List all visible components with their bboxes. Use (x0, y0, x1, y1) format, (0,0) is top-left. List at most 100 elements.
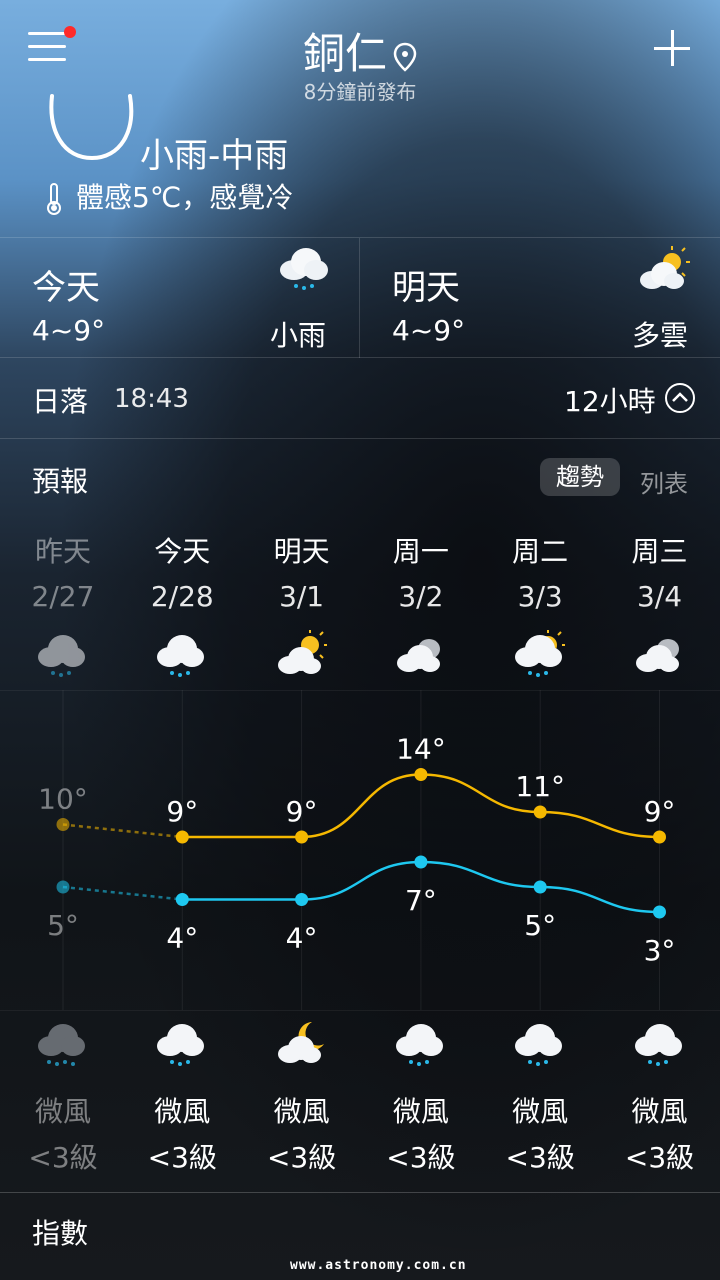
day-date: 2/27 (31, 580, 95, 613)
wind-label: 微風 (154, 1095, 211, 1128)
forecast-night-column: 微風 <3級 (243, 1018, 361, 1176)
forecast-day-column[interactable]: 周一 3/2 (362, 530, 480, 685)
day-date: 3/3 (517, 580, 563, 613)
feels-like: 體感5℃，感覺冷 (76, 181, 294, 214)
day-date: 2/28 (150, 580, 214, 613)
data-point (295, 893, 309, 906)
data-point (175, 893, 189, 906)
rain-cloud-icon (634, 1024, 682, 1066)
today-range: 4~9° (32, 314, 106, 347)
today-summary[interactable]: 今天 4~9° 小雨 (0, 238, 359, 358)
data-point (295, 830, 309, 844)
data-label: 5° (524, 909, 556, 942)
daylight-hours: 12小時 (564, 385, 656, 418)
sunset-label: 日落 (32, 385, 89, 418)
data-point (533, 805, 547, 819)
rain-cloud-icon (157, 635, 205, 677)
data-point (414, 768, 428, 781)
current-weather-icon (49, 94, 134, 161)
wind-label: 微風 (631, 1095, 688, 1128)
day-date: 3/4 (636, 580, 683, 613)
divider (0, 1192, 720, 1193)
partly-cloudy-icon (277, 630, 327, 674)
divider (0, 438, 720, 439)
wind-level: <3級 (28, 1141, 98, 1174)
tomorrow-label: 明天 (392, 268, 460, 308)
add-city-button[interactable] (654, 30, 690, 66)
tomorrow-condition: 多雲 (632, 319, 689, 352)
cloudy-icon (635, 639, 679, 672)
rain-cloud-icon (515, 1024, 563, 1066)
wind-level: <3級 (386, 1141, 456, 1174)
tomorrow-summary[interactable]: 明天 4~9° 多雲 (360, 238, 720, 358)
heavy-rain-cloud-icon (38, 1024, 85, 1066)
location-pin-icon (393, 42, 417, 72)
data-label: 9° (286, 795, 318, 828)
data-label: 9° (166, 795, 198, 828)
forecast-night-column: 微風 <3級 (4, 1018, 122, 1176)
divider (0, 1010, 720, 1011)
data-label: 11° (515, 770, 565, 803)
tab-trend[interactable]: 趨勢 (540, 458, 620, 496)
day-name: 今天 (154, 535, 211, 568)
data-point (653, 830, 666, 844)
watermark: www.astronomy.com.cn (290, 1258, 467, 1273)
data-label: 9° (644, 795, 676, 828)
forecast-night-column: 微風 <3級 (362, 1018, 480, 1176)
day-name: 昨天 (34, 535, 91, 568)
rain-cloud-icon (395, 1024, 443, 1066)
forecast-night-column: 微風 <3級 (481, 1018, 599, 1176)
forecast-night-column: 微風 <3級 (601, 1018, 719, 1176)
city-header[interactable]: 銅仁 (0, 20, 720, 81)
forecast-title: 預報 (32, 465, 89, 498)
rain-cloud-icon (280, 248, 328, 290)
rain-cloud-icon (157, 1024, 205, 1066)
rain-cloud-icon (38, 635, 85, 677)
data-point (56, 880, 70, 894)
data-label: 4° (286, 922, 318, 955)
day-name: 周三 (631, 535, 688, 568)
index-title[interactable]: 指數 (32, 1212, 88, 1252)
forecast-day-column[interactable]: 明天 3/1 (243, 530, 361, 685)
city-name: 銅仁 (302, 29, 387, 78)
wind-level: <3級 (147, 1141, 217, 1174)
partly-cloudy-icon (640, 246, 690, 289)
chevron-up-icon[interactable] (664, 382, 696, 414)
data-point (175, 830, 189, 844)
data-point (653, 905, 666, 919)
series-line-past (62, 885, 183, 901)
wind-label: 微風 (34, 1095, 91, 1128)
day-name: 周一 (392, 535, 449, 568)
forecast-day-column[interactable]: 周三 3/4 (601, 530, 719, 685)
data-point (533, 880, 547, 894)
wind-label: 微風 (392, 1095, 449, 1128)
data-label: 14° (396, 733, 446, 766)
wind-level: <3級 (505, 1141, 575, 1174)
sunset-time: 18:43 (114, 384, 189, 414)
forecast-day-column[interactable]: 今天 2/28 (123, 530, 241, 685)
data-label: 3° (644, 934, 676, 967)
current-condition: 小雨-中雨 (140, 136, 289, 176)
thermometer-icon (47, 183, 61, 215)
today-condition: 小雨 (270, 319, 327, 352)
tab-list[interactable]: 列表 (640, 464, 688, 499)
data-label: 5° (47, 909, 79, 942)
wind-label: 微風 (273, 1095, 330, 1128)
data-point (56, 818, 70, 831)
day-date: 3/1 (279, 580, 325, 613)
moon-cloud-icon (277, 1022, 324, 1063)
data-label: 10° (38, 783, 88, 816)
sun-rain-cloud-icon (515, 630, 566, 677)
wind-label: 微風 (512, 1095, 569, 1128)
forecast-night-column: 微風 <3級 (123, 1018, 241, 1176)
today-label: 今天 (32, 268, 100, 308)
forecast-day-column[interactable]: 昨天 2/27 (4, 530, 122, 685)
forecast-day-column[interactable]: 周二 3/3 (481, 530, 599, 685)
tomorrow-range: 4~9° (392, 314, 466, 347)
data-point (414, 855, 428, 869)
cloudy-icon (396, 639, 440, 672)
day-name: 明天 (273, 535, 330, 568)
sunset-row[interactable]: 日落 18:43 12小時 (0, 358, 720, 438)
day-date: 3/2 (398, 580, 444, 613)
wind-level: <3級 (624, 1141, 695, 1174)
